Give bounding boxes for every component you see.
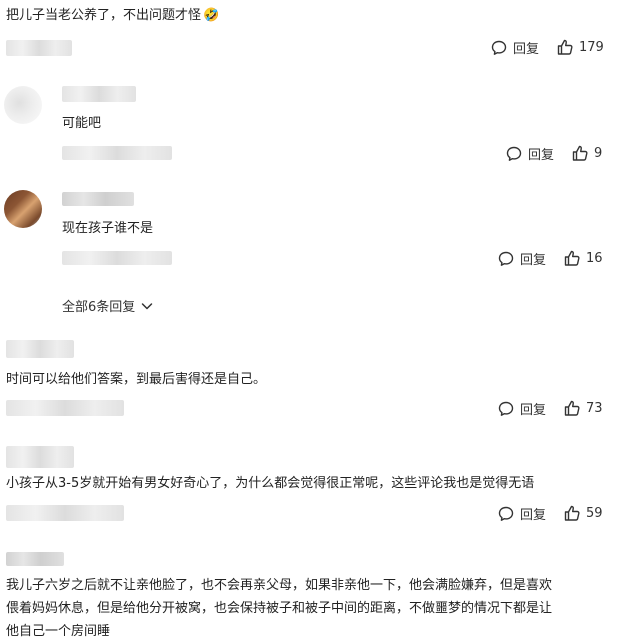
comment-bubble-icon [498,401,514,416]
thumbs-up-icon [564,505,580,521]
avatar[interactable] [4,190,42,228]
like-button[interactable]: 59 [563,504,603,522]
thumbs-up-icon [557,39,573,55]
thumbs-up-icon [564,400,580,416]
like-button[interactable]: 73 [563,399,603,417]
reply-button[interactable]: 回复 [490,38,539,57]
comment-text: 把儿子当老公养了，不出问题才怪 🤣 [6,8,220,23]
view-all-replies-button[interactable]: 全部6条回复 [62,296,154,315]
reply-button[interactable]: 回复 [497,504,546,523]
reply-button[interactable]: 回复 [497,249,546,268]
reply-button[interactable]: 回复 [497,399,546,418]
comment-text: 时间可以给他们答案，到最后害得还是自己。 [6,372,267,387]
timestamp-blurred [62,251,172,265]
username-blurred[interactable] [62,192,134,206]
comment-bubble-icon [498,506,514,521]
comment-text-line-3: 他自己一个房间睡 [6,624,111,639]
comment-bubble-icon [506,146,522,161]
comment-bubble-icon [491,40,507,55]
username-blurred[interactable] [6,552,64,566]
reply-text: 可能吧 [62,116,102,131]
timestamp-blurred [6,400,124,416]
username-blurred[interactable] [6,340,74,358]
comment-text-line-1: 我儿子六岁之后就不让亲他脸了，也不会再亲父母，如果非亲他一下，他会满脸嫌弃，但是… [6,578,553,593]
timestamp-blurred [62,146,172,160]
comment-bubble-icon [498,251,514,266]
username-blurred [6,40,72,56]
reply-text: 现在孩子谁不是 [62,221,154,236]
comment-text: 小孩子从3-5岁就开始有男女好奇心了，为什么都会觉得很正常呢，这些评论我也是觉得… [6,476,535,491]
timestamp-blurred [6,505,124,521]
like-button[interactable]: 16 [563,249,603,267]
thumbs-up-icon [564,250,580,266]
avatar[interactable] [4,86,42,124]
username-blurred[interactable] [62,86,136,102]
thumbs-up-icon [572,145,588,161]
like-button[interactable]: 9 [571,144,602,162]
comment-text-line-2: 偎着妈妈休息，但是给他分开被窝，也会保持被子和被子中间的距离，不做噩梦的情况下都… [6,601,553,616]
username-blurred[interactable] [6,446,74,468]
laughing-emoji-icon: 🤣 [203,8,220,23]
like-button[interactable]: 179 [556,38,604,56]
chevron-down-icon [142,302,153,309]
reply-button[interactable]: 回复 [505,144,554,163]
